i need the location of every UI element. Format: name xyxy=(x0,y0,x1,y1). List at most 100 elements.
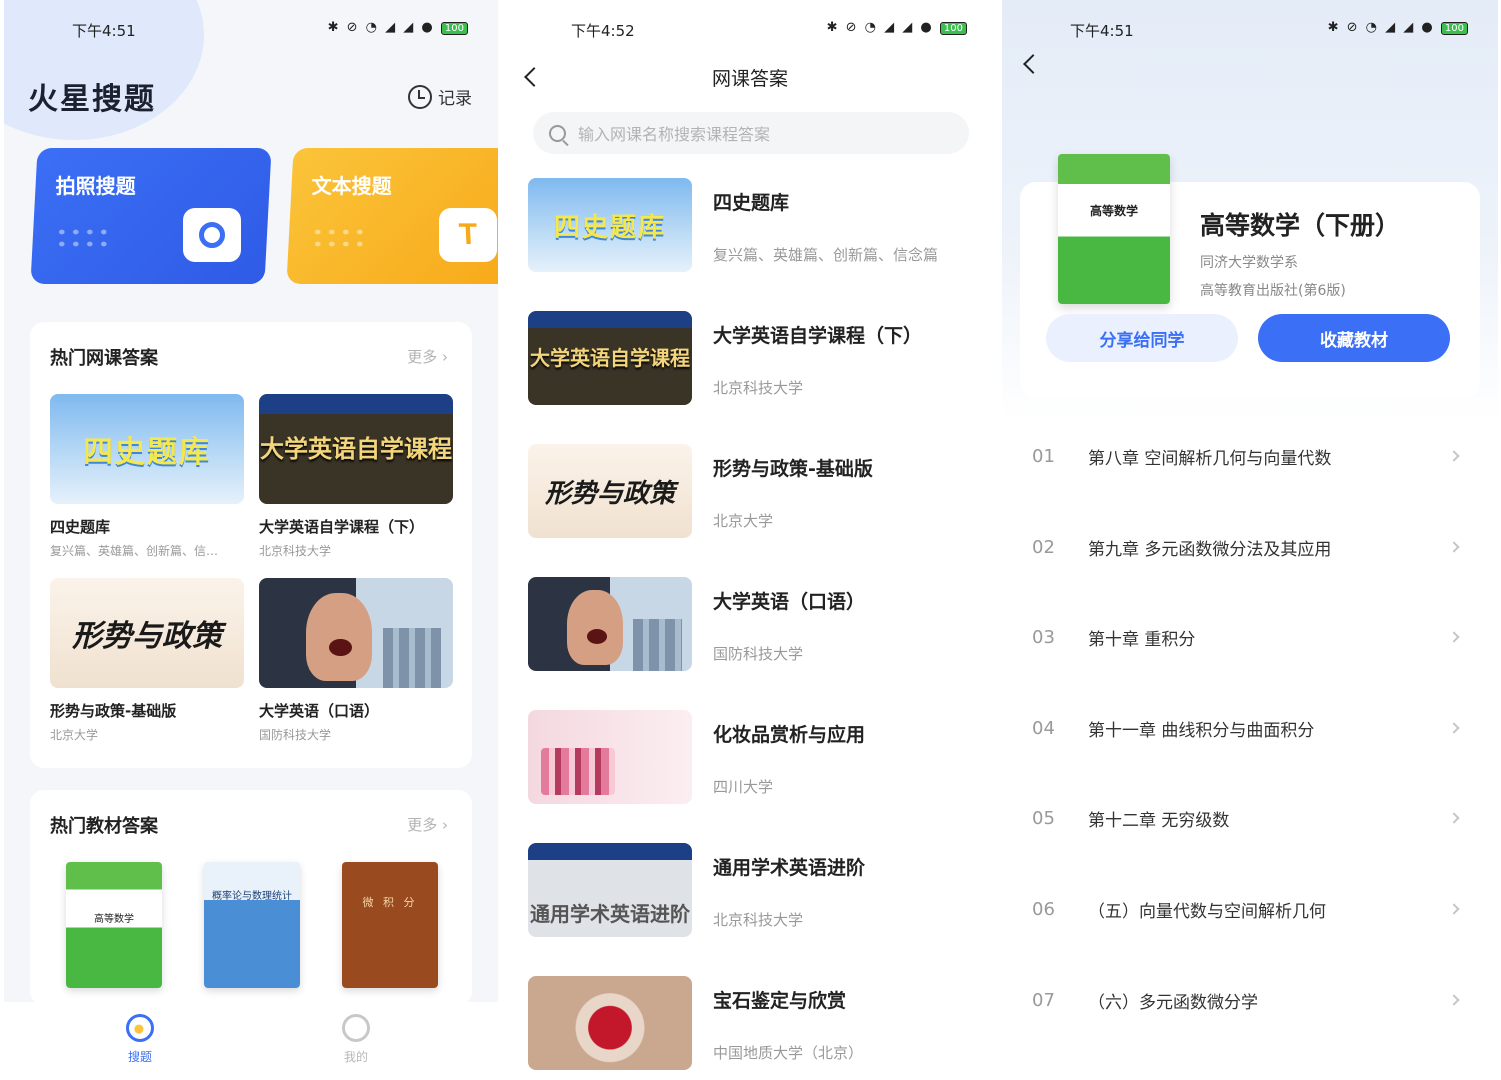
textbook-cover[interactable]: 高等数学 xyxy=(66,862,162,988)
course-tile[interactable]: 大学英语（口语） 国防科技大学 xyxy=(259,578,453,743)
chapter-number: 05 xyxy=(1032,807,1055,829)
record-button[interactable]: 记录 xyxy=(408,84,472,109)
share-button[interactable]: 分享给同学 xyxy=(1046,314,1238,362)
battery-icon: 100 xyxy=(1440,22,1468,35)
chevron-right-icon xyxy=(1448,994,1460,1006)
course-name: 大学英语自学课程（下） xyxy=(713,325,923,347)
status-icons: ✱ ⊘ ◔ ◢ ◢ ● 100 xyxy=(328,20,468,35)
course-subtitle: 北京大学 xyxy=(50,728,99,742)
chapter-row[interactable]: 04 第十一章 曲线积分与曲面积分 xyxy=(1002,708,1498,748)
chapter-name: （六）多元函数微分学 xyxy=(1088,992,1258,1013)
course-name: 化妆品赏析与应用 xyxy=(713,724,866,746)
chapter-row[interactable]: 07 （六）多元函数微分学 xyxy=(1002,980,1498,1020)
course-name: 通用学术英语进阶 xyxy=(713,857,866,879)
user-icon xyxy=(342,1014,370,1042)
course-name: 四史题库 xyxy=(50,518,111,536)
chapter-row[interactable]: 01 第八章 空间解析几何与向量代数 xyxy=(1002,436,1498,476)
course-cover: 形势与政策 xyxy=(528,444,692,538)
section-title: 热门网课答案 xyxy=(50,348,158,369)
bottom-tab-bar: 搜题 我的 xyxy=(4,1002,498,1080)
text-search-card[interactable]: 文本搜题 T xyxy=(286,148,498,284)
course-cover xyxy=(528,577,692,671)
course-list-item[interactable]: 大学英语自学课程 大学英语自学课程（下） 北京科技大学 xyxy=(528,311,978,405)
photo-search-card[interactable]: 拍照搜题 xyxy=(30,148,272,284)
course-cover xyxy=(259,578,453,688)
chevron-right-icon xyxy=(1448,903,1460,915)
course-list-item[interactable]: 通用学术英语进阶 通用学术英语进阶 北京科技大学 xyxy=(528,843,978,937)
course-cover: 大学英语自学课程 xyxy=(528,311,692,405)
course-subtitle: 北京科技大学 xyxy=(713,911,804,929)
status-time: 下午4:51 xyxy=(72,22,136,40)
chapter-name: 第九章 多元函数微分法及其应用 xyxy=(1088,539,1332,560)
tab-search[interactable]: 搜题 xyxy=(100,1014,180,1065)
course-tile[interactable]: 大学英语自学课程 大学英语自学课程（下） 北京科技大学 xyxy=(259,394,453,559)
course-subtitle: 四川大学 xyxy=(713,778,774,796)
course-cover: 形势与政策 xyxy=(50,578,244,688)
chapter-row[interactable]: 06 （五）向量代数与空间解析几何 xyxy=(1002,889,1498,929)
course-subtitle: 中国地质大学（北京） xyxy=(713,1044,864,1062)
course-subtitle: 复兴篇、英雄篇、创新篇、信念篇 xyxy=(713,246,939,264)
search-input[interactable]: 输入网课名称搜索课程答案 xyxy=(533,112,969,154)
course-tile[interactable]: 四史题库 四史题库 复兴篇、英雄篇、创新篇、信… xyxy=(50,394,244,559)
course-list-item[interactable]: 宝石鉴定与欣赏 中国地质大学（北京） xyxy=(528,976,978,1070)
status-bar: 下午4:51 ✱ ⊘ ◔ ◢ ◢ ● 100 xyxy=(1002,18,1498,42)
course-name: 宝石鉴定与欣赏 xyxy=(713,990,847,1012)
chapter-number: 07 xyxy=(1032,989,1055,1011)
app-title: 火星搜题 xyxy=(28,82,156,117)
course-cover: 四史题库 xyxy=(50,394,244,504)
record-label: 记录 xyxy=(438,89,472,109)
course-list-item[interactable]: 形势与政策 形势与政策-基础版 北京大学 xyxy=(528,444,978,538)
chapter-row[interactable]: 03 第十章 重积分 xyxy=(1002,617,1498,657)
course-list-item[interactable]: 四史题库 四史题库 复兴篇、英雄篇、创新篇、信念篇 xyxy=(528,178,978,272)
chapter-row[interactable]: 05 第十二章 无穷级数 xyxy=(1002,798,1498,838)
photo-search-label: 拍照搜题 xyxy=(55,174,136,198)
dots-decoration xyxy=(310,226,365,252)
tab-mine[interactable]: 我的 xyxy=(316,1014,396,1065)
chapter-name: 第十一章 曲线积分与曲面积分 xyxy=(1088,720,1315,741)
course-list-item[interactable]: 大学英语（口语） 国防科技大学 xyxy=(528,577,978,671)
status-icons: ✱ ⊘ ◔ ◢ ◢ ● 100 xyxy=(1328,20,1468,35)
hot-textbooks-panel: 热门教材答案 更多 › 高等数学 概率论与数理统计 微 积 分 xyxy=(30,790,472,1005)
textbook-author: 同济大学数学系 xyxy=(1200,255,1298,271)
chevron-right-icon xyxy=(1448,541,1460,553)
chapter-number: 04 xyxy=(1032,717,1055,739)
chevron-right-icon xyxy=(1448,631,1460,643)
course-name: 大学英语自学课程（下） xyxy=(259,518,425,536)
search-icon xyxy=(549,124,566,142)
status-bar: 下午4:51 ✱ ⊘ ◔ ◢ ◢ ● 100 xyxy=(4,18,498,42)
chapter-number: 02 xyxy=(1032,536,1055,558)
status-time: 下午4:51 xyxy=(1070,22,1134,40)
chapter-number: 06 xyxy=(1032,898,1055,920)
more-link[interactable]: 更多 › xyxy=(407,814,448,835)
camera-icon xyxy=(183,208,242,262)
course-cover: 大学英语自学课程 xyxy=(259,394,453,504)
chapter-number: 03 xyxy=(1032,626,1055,648)
chapter-name: 第十二章 无穷级数 xyxy=(1088,810,1230,831)
course-subtitle: 北京科技大学 xyxy=(713,379,804,397)
course-cover: 通用学术英语进阶 xyxy=(528,843,692,937)
course-cover xyxy=(528,710,692,804)
more-link[interactable]: 更多 › xyxy=(407,346,448,367)
textbook-title: 高等数学（下册） xyxy=(1200,211,1401,240)
course-subtitle: 国防科技大学 xyxy=(259,728,332,742)
course-list-item[interactable]: 化妆品赏析与应用 四川大学 xyxy=(528,710,978,804)
chevron-right-icon xyxy=(1448,812,1460,824)
course-name: 形势与政策-基础版 xyxy=(50,702,177,720)
course-name: 形势与政策-基础版 xyxy=(713,458,873,480)
chapter-name: （五）向量代数与空间解析几何 xyxy=(1088,901,1326,922)
tab-label: 我的 xyxy=(343,1050,368,1064)
textbook-cover[interactable]: 概率论与数理统计 xyxy=(204,862,300,988)
search-tab-icon xyxy=(126,1014,154,1042)
favorite-button[interactable]: 收藏教材 xyxy=(1258,314,1450,362)
chapter-name: 第十章 重积分 xyxy=(1088,629,1196,650)
status-time: 下午4:52 xyxy=(571,22,635,40)
battery-icon: 100 xyxy=(939,22,967,35)
textbook-cover[interactable]: 微 积 分 xyxy=(342,862,438,988)
course-cover: 四史题库 xyxy=(528,178,692,272)
course-subtitle: 国防科技大学 xyxy=(713,645,804,663)
text-search-label: 文本搜题 xyxy=(311,174,392,198)
home-screen: 下午4:51 ✱ ⊘ ◔ ◢ ◢ ● 100 火星搜题 记录 拍照搜题 文本搜题… xyxy=(4,0,498,1080)
chapter-row[interactable]: 02 第九章 多元函数微分法及其应用 xyxy=(1002,527,1498,567)
course-tile[interactable]: 形势与政策 形势与政策-基础版 北京大学 xyxy=(50,578,244,743)
course-name: 大学英语（口语） xyxy=(259,702,380,720)
